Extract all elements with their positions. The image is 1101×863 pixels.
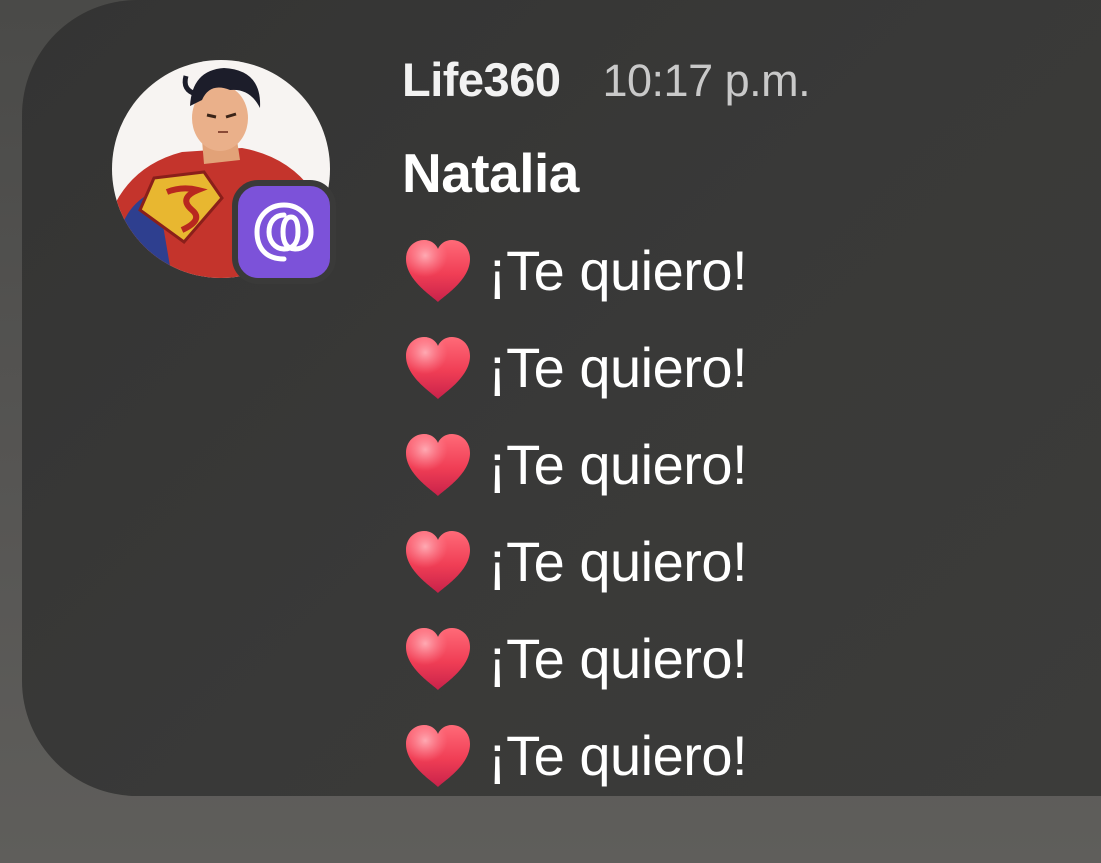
- red-heart-icon: [406, 433, 470, 496]
- notification-time: 10:17 p.m.: [602, 55, 811, 106]
- message-text: ¡Te quiero!: [488, 724, 748, 787]
- notification-header: Life360 10:17 p.m.: [402, 52, 811, 112]
- red-heart-icon: [406, 336, 470, 399]
- message-line: ¡Te quiero!: [402, 707, 748, 804]
- message-line: ¡Te quiero!: [402, 222, 748, 319]
- message-line: ¡Te quiero!: [402, 610, 748, 707]
- app-name: Life360: [402, 53, 561, 106]
- message-list: ¡Te quiero! ¡Te quiero! ¡Te quiero! ¡Te …: [402, 222, 748, 804]
- red-heart-icon: [406, 627, 470, 690]
- message-line: ¡Te quiero!: [402, 416, 748, 513]
- red-heart-icon: [406, 530, 470, 593]
- message-text: ¡Te quiero!: [488, 627, 748, 690]
- red-heart-icon: [406, 724, 470, 787]
- message-line: ¡Te quiero!: [402, 319, 748, 416]
- message-text: ¡Te quiero!: [488, 239, 748, 302]
- sender-avatar-group[interactable]: [112, 60, 336, 284]
- life360-icon: [232, 180, 336, 284]
- message-line: ¡Te quiero!: [402, 513, 748, 610]
- red-heart-icon: [406, 239, 470, 302]
- message-text: ¡Te quiero!: [488, 433, 748, 496]
- sender-name: Natalia: [402, 142, 579, 204]
- message-text: ¡Te quiero!: [488, 530, 748, 593]
- notification-card[interactable]: Life360 10:17 p.m. Natalia ¡Te quiero! ¡…: [22, 0, 1101, 796]
- message-text: ¡Te quiero!: [488, 336, 748, 399]
